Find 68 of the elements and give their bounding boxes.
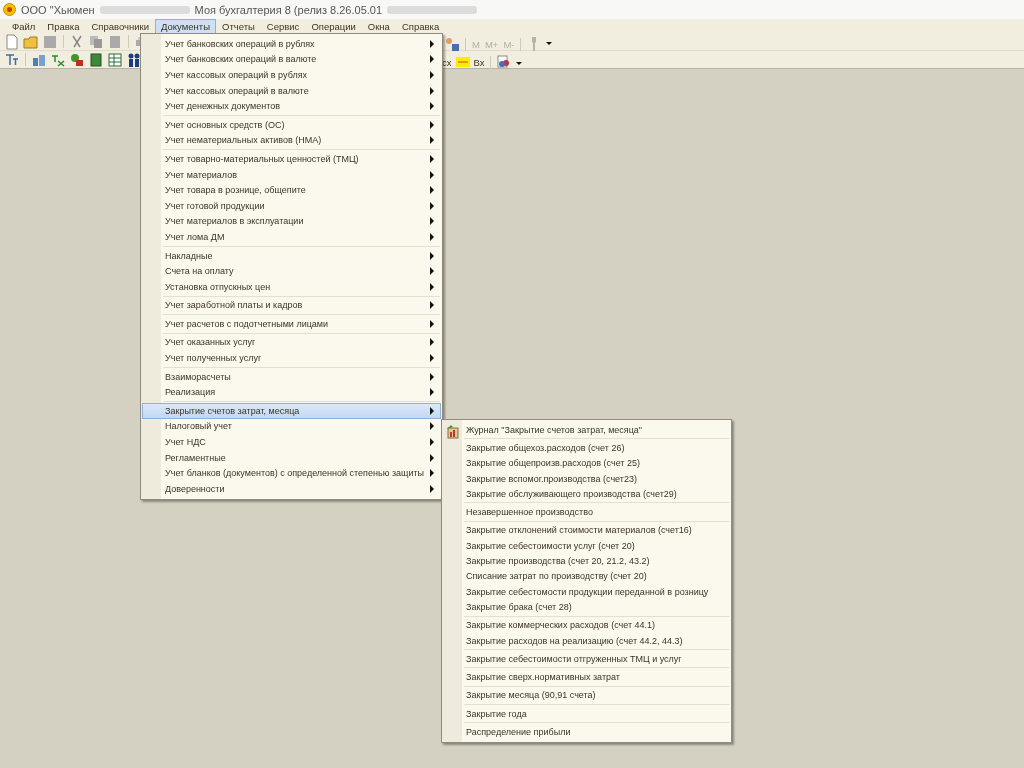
menu-item[interactable]: Доверенности: [142, 481, 441, 497]
menu-item[interactable]: Закрытие производства (счет 20, 21.2, 43.2): [443, 553, 730, 569]
menu-item[interactable]: Журнал "Закрытие счетов затрат, месяца": [443, 422, 730, 438]
menu-item[interactable]: Учет готовой продукции: [142, 197, 441, 214]
menu-bar-item[interactable]: Окна: [361, 18, 396, 34]
menu-item[interactable]: Учет расчетов с подотчетными лицами: [142, 316, 441, 332]
menu-item[interactable]: Реализация: [142, 384, 441, 401]
menu-item[interactable]: Закрытие года: [443, 706, 730, 722]
menu-item[interactable]: Закрытие счетов затрат, месяца: [142, 403, 441, 419]
menu-item[interactable]: Закрытие брака (счет 28): [443, 599, 730, 615]
menu-item[interactable]: Списание затрат по производству (счет 20): [443, 568, 730, 584]
menu-item[interactable]: Закрытие сверх.нормативных затрат: [443, 669, 730, 685]
menu-item[interactable]: Учет бланков (документов) с определенной степенью защиты: [142, 465, 441, 482]
menu-bar-item[interactable]: Отчеты: [216, 18, 261, 34]
menu-item[interactable]: Учет полученных услуг: [142, 350, 441, 366]
menu-item[interactable]: Учет заработной платы и кадров: [142, 297, 441, 314]
menu-item[interactable]: Закрытие отклонений стоимости материалов (счет16): [443, 522, 730, 539]
book-icon[interactable]: [88, 51, 104, 68]
menu-bar-item[interactable]: Справка: [395, 18, 446, 34]
menu-item[interactable]: Закрытие месяца (90,91 счета): [443, 687, 730, 704]
menu-item[interactable]: Учет кассовых операций в валюте: [142, 82, 441, 99]
menu-item[interactable]: Учет НДС: [142, 434, 441, 450]
menu-item[interactable]: Учет кассовых операций в рублях: [142, 67, 441, 83]
menu-item[interactable]: Учет основных средств (ОС): [142, 116, 441, 133]
menu-bar-item[interactable]: Справочники: [85, 18, 155, 34]
menu-bar-item[interactable]: Операции: [305, 18, 362, 34]
menu-item[interactable]: Закрытие вспомог.производства (счет23): [443, 470, 730, 487]
menu-bar-item[interactable]: Правка: [41, 18, 86, 34]
menu-item[interactable]: Закрытие себестоимости отгруженных ТМЦ и услуг: [443, 651, 730, 667]
menu-item[interactable]: Закрытие обслуживающего производства (счет29): [443, 486, 730, 502]
menu-item[interactable]: Налоговый учет: [142, 418, 441, 435]
text-icon[interactable]: [4, 51, 20, 68]
app-logo-icon: [3, 3, 16, 16]
new-document-icon[interactable]: [4, 33, 20, 50]
menu-item[interactable]: Учет лома ДМ: [142, 229, 441, 245]
window-title: ООО "Хьюмен: [21, 3, 95, 16]
table-icon[interactable]: [107, 51, 123, 68]
menu-bar-item[interactable]: Файл: [6, 18, 42, 34]
toolbar-button[interactable]: Вх: [472, 56, 486, 68]
menu-item[interactable]: Учет материалов в эксплуатации: [142, 213, 441, 230]
menu-item[interactable]: Учет нематериальных активов (НМА): [142, 132, 441, 149]
menu-item[interactable]: Распределение прибыли: [443, 724, 730, 740]
journal-icon: [446, 425, 460, 439]
copy-icon[interactable]: [88, 33, 104, 50]
menu-item[interactable]: Закрытие расходов на реализацию (счет 44.2, 44.3): [443, 632, 730, 649]
menu-bar-item[interactable]: Сервис: [260, 18, 306, 34]
menu-item[interactable]: Закрытие общепроизв.расходов (счет 25): [443, 455, 730, 471]
menu-item[interactable]: Незавершенное производство: [443, 504, 730, 520]
menu-item[interactable]: Накладные: [142, 247, 441, 264]
menu-item[interactable]: Учет банковских операций в валюте: [142, 51, 441, 68]
menu-item[interactable]: Учет денежных документов: [142, 98, 441, 114]
menu-item[interactable]: Учет банковских операций в рублях: [142, 36, 441, 52]
menu-item[interactable]: Регламентные: [142, 449, 441, 466]
menu-item[interactable]: Учет оказанных услуг: [142, 334, 441, 351]
menu-item[interactable]: Взаиморасчеты: [142, 368, 441, 385]
menu-item[interactable]: Установка отпускных цен: [142, 278, 441, 295]
folder-icon[interactable]: [23, 33, 39, 50]
menu-item[interactable]: Счета на оплату: [142, 263, 441, 279]
menu-item[interactable]: Закрытие общехоз.расходов (счет 26): [443, 440, 730, 456]
menu-item[interactable]: Учет товарно-материальных ценностей (ТМЦ): [142, 151, 441, 167]
window-title: Моя бухгалтерия 8 (релиз 8.26.05.01: [194, 3, 383, 16]
people-icon[interactable]: [126, 51, 142, 68]
menu-item[interactable]: Учет товара в рознице, общепите: [142, 182, 441, 198]
menu-item[interactable]: Закрытие коммерческих расходов (счет 44.1): [443, 617, 730, 633]
menu-item[interactable]: Закрытие себестомости продукции переданной в розницу: [443, 583, 730, 600]
menu-item[interactable]: Закрытие себестоимости услуг (счет 20): [443, 538, 730, 554]
scissors-icon[interactable]: [69, 33, 85, 50]
menu-item[interactable]: Учет материалов: [142, 166, 441, 183]
